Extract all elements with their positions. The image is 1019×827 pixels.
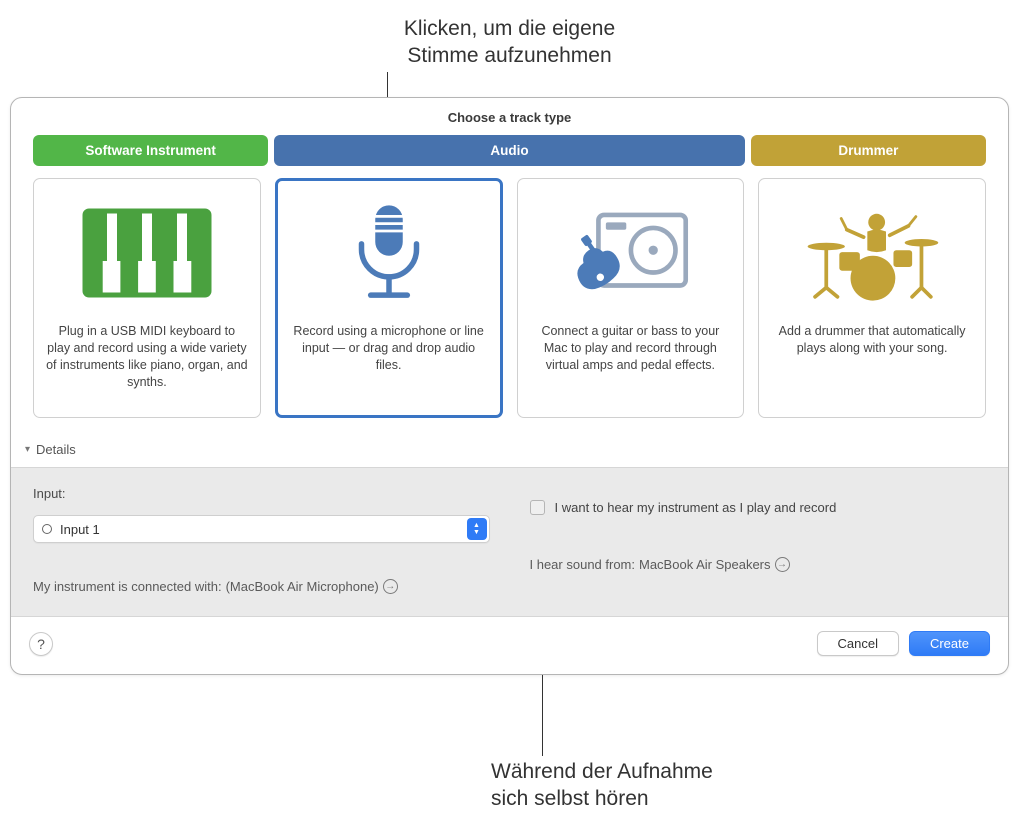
connected-device-row: My instrument is connected with: (MacBoo… <box>33 579 490 594</box>
tab-label: Drummer <box>838 143 898 158</box>
track-type-cards: Plug in a USB MIDI keyboard to play and … <box>11 178 1008 438</box>
create-button[interactable]: Create <box>909 631 990 656</box>
footer: ? Cancel Create <box>11 617 1008 674</box>
monitor-checkbox[interactable] <box>530 500 545 515</box>
button-label: Cancel <box>838 636 878 651</box>
microphone-icon <box>319 193 459 313</box>
details-panel: Input: Input 1 ▲▼ My instrument is conne… <box>11 467 1008 617</box>
connected-device: (MacBook Air Microphone) <box>226 579 379 594</box>
callout-bottom: Während der Aufnahme sich selbst hören <box>491 758 713 813</box>
popup-stepper-icon: ▲▼ <box>467 518 487 540</box>
arrow-right-circle-icon[interactable]: → <box>383 579 398 594</box>
hear-prefix: I hear sound from: <box>530 557 636 572</box>
tab-audio[interactable]: Audio <box>274 135 745 166</box>
input-popup[interactable]: Input 1 ▲▼ <box>33 515 490 543</box>
card-software-instrument[interactable]: Plug in a USB MIDI keyboard to play and … <box>33 178 261 418</box>
chevron-down-icon: ▾ <box>25 444 30 455</box>
details-label: Details <box>36 442 76 457</box>
connected-prefix: My instrument is connected with: <box>33 579 222 594</box>
hear-device: MacBook Air Speakers <box>639 557 771 572</box>
tab-label: Software Instrument <box>85 143 216 158</box>
keyboard-icon <box>77 193 217 313</box>
input-channel-icon <box>42 524 52 534</box>
card-desc: Connect a guitar or bass to your Mac to … <box>530 323 732 374</box>
drummer-icon <box>802 193 942 313</box>
tab-software-instrument[interactable]: Software Instrument <box>33 135 268 166</box>
card-audio-guitar[interactable]: Connect a guitar or bass to your Mac to … <box>517 178 745 418</box>
button-label: Create <box>930 636 969 651</box>
monitor-label: I want to hear my instrument as I play a… <box>555 500 837 515</box>
callout-bottom-text: Während der Aufnahme sich selbst hören <box>491 760 713 810</box>
details-disclosure[interactable]: ▾ Details <box>11 438 1008 467</box>
track-type-tabs: Software Instrument Audio Drummer <box>11 135 1008 178</box>
card-desc: Add a drummer that automatically plays a… <box>771 323 973 357</box>
help-button[interactable]: ? <box>29 632 53 656</box>
tab-label: Audio <box>490 143 528 158</box>
callout-top: Klicken, um die eigene Stimme aufzunehme… <box>0 15 1019 70</box>
input-value: Input 1 <box>60 522 467 537</box>
track-chooser-window: Choose a track type Software Instrument … <box>10 97 1009 675</box>
card-audio-mic[interactable]: Record using a microphone or line input … <box>275 178 503 418</box>
arrow-right-circle-icon[interactable]: → <box>775 557 790 572</box>
guitar-amp-icon <box>560 193 700 313</box>
cancel-button[interactable]: Cancel <box>817 631 899 656</box>
output-device-row: I hear sound from: MacBook Air Speakers … <box>530 557 987 572</box>
card-desc: Record using a microphone or line input … <box>288 323 490 374</box>
card-desc: Plug in a USB MIDI keyboard to play and … <box>46 323 248 391</box>
callout-top-text: Klicken, um die eigene Stimme aufzunehme… <box>404 17 615 67</box>
input-label: Input: <box>33 486 490 501</box>
window-title: Choose a track type <box>11 98 1008 135</box>
card-drummer[interactable]: Add a drummer that automatically plays a… <box>758 178 986 418</box>
tab-drummer[interactable]: Drummer <box>751 135 986 166</box>
